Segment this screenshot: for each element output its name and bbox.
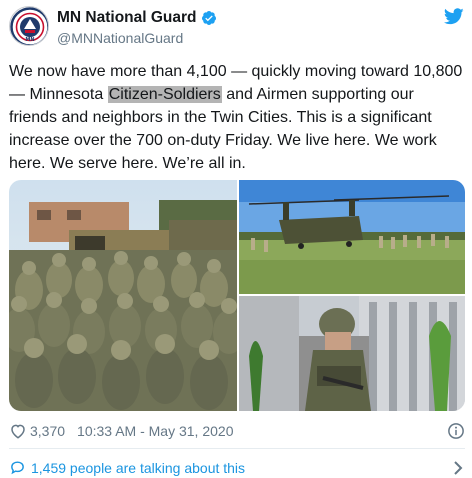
chevron-right-icon[interactable] — [452, 460, 464, 476]
talking-link[interactable]: 1,459 people are talking about this — [9, 459, 245, 476]
author-handle[interactable]: @MNNationalGuard — [57, 30, 183, 46]
like-count[interactable]: 3,370 — [30, 423, 65, 439]
talking-text[interactable]: 1,459 people are talking about this — [31, 460, 245, 476]
tweet-embed-card: MN MN National Guard @MNNationalGuard We… — [0, 0, 472, 478]
tweet-meta-row: 3,370 10:33 AM - May 31, 2020 — [9, 418, 465, 444]
author-display-name[interactable]: MN National Guard — [57, 9, 197, 27]
tweet-text-highlight: Citizen-Soldiers — [107, 86, 222, 103]
tweet-text: We now have more than 4,100 — quickly mo… — [9, 60, 464, 175]
avatar-seal-text: MN — [25, 37, 34, 43]
photo-soldiers-crowd-icon — [9, 180, 237, 411]
avatar[interactable]: MN — [9, 6, 49, 46]
photo-soldier-capitol-icon — [239, 296, 465, 411]
media-grid — [9, 180, 465, 411]
tweet-header: MN MN National Guard @MNNationalGuard — [9, 6, 464, 50]
media-photo-3[interactable] — [239, 296, 465, 411]
author-name-row: MN National Guard — [57, 9, 217, 27]
verified-badge-icon — [201, 11, 216, 25]
divider — [9, 448, 465, 449]
tweet-timestamp[interactable]: 10:33 AM - May 31, 2020 — [77, 423, 233, 439]
media-photo-1[interactable] — [9, 180, 237, 411]
twitter-bird-icon[interactable] — [444, 8, 464, 25]
heart-icon[interactable] — [9, 422, 27, 440]
photo-chinook-helicopter-icon — [239, 180, 465, 294]
info-icon[interactable] — [447, 422, 465, 440]
media-photo-2[interactable] — [239, 180, 465, 294]
speech-bubble-icon — [11, 461, 24, 475]
